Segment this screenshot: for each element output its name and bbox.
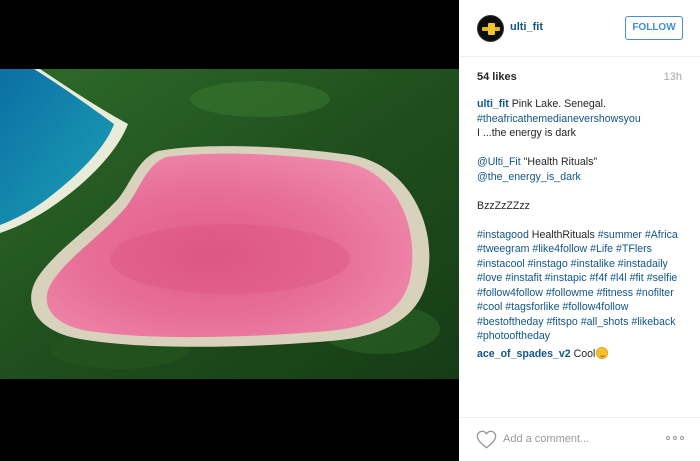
post-photo[interactable] — [0, 69, 459, 379]
hashtag-line: #bestoftheday #fitspo #all_shots #likeba… — [477, 315, 687, 330]
caption-text: Pink Lake. Senegal. — [511, 98, 606, 110]
caption-username[interactable]: ulti_fit — [477, 98, 509, 110]
comments-list: ulti_fit Pink Lake. Senegal. #theafricat… — [477, 97, 687, 361]
hashtag-line: #instacool #instago #instalike #instadai… — [477, 257, 687, 272]
hashtag-link[interactable]: #summer — [598, 229, 642, 241]
post-meta: 54 likes 13h — [477, 70, 682, 85]
hashtag-link[interactable]: #photooftheday — [477, 330, 550, 342]
hashtag-link[interactable]: #likeback — [631, 316, 675, 328]
hashtag-link[interactable]: #instalike — [571, 258, 615, 270]
hashtag-link[interactable]: #instafit — [505, 272, 542, 284]
hashtag-link[interactable]: #Life — [590, 243, 613, 255]
hashtag-link[interactable]: #followme — [546, 287, 594, 299]
avatar-logo-mark — [488, 23, 495, 35]
hashtag-line: #tweegram #like4follow #Life #TFlers — [477, 242, 687, 257]
likes-count[interactable]: 54 likes — [477, 70, 517, 85]
more-options-icon[interactable] — [666, 433, 686, 443]
hashtag-link[interactable]: #bestoftheday — [477, 316, 544, 328]
caption-hashtags: #instagood HealthRituals #summer #Africa… — [477, 228, 687, 344]
heart-icon[interactable] — [476, 430, 497, 449]
hashtag-link[interactable]: #follow4follow — [477, 287, 543, 299]
avatar[interactable] — [477, 15, 504, 42]
hashtag-line: #love #instafit #instapic #f4f #l4l #fit… — [477, 271, 687, 286]
hashtag-line: #instagood HealthRituals #summer #Africa — [477, 228, 687, 243]
comment-username[interactable]: ace_of_spades_v2 — [477, 348, 571, 360]
caption-text: HealthRituals — [528, 228, 598, 241]
comment-text: Cool — [573, 347, 596, 360]
hashtag-link[interactable]: #selfie — [647, 272, 678, 284]
hashtag-link[interactable]: #fitness — [597, 287, 634, 299]
post-actions — [459, 417, 700, 461]
caption-mention-line: @Ulti_Fit "Health Rituals" — [477, 155, 687, 170]
hashtag-line: #photooftheday — [477, 329, 687, 344]
hashtag-line: #follow4follow #followme #fitness #nofil… — [477, 286, 687, 301]
hashtag-link[interactable]: #instadaily — [618, 258, 668, 270]
hashtag-line: #cool #tagsforlike #follow4follow — [477, 300, 687, 315]
hashtag-link[interactable]: #Africa — [645, 229, 678, 241]
hashtag-link[interactable]: #fitspo — [547, 316, 578, 328]
post-sidebar: ulti_fit FOLLOW 54 likes 13h ulti_fit Pi… — [459, 0, 700, 461]
username-link[interactable]: ulti_fit — [510, 20, 543, 35]
caption-quote: "Health Rituals" — [523, 156, 598, 168]
hashtag-link[interactable]: #follow4follow — [562, 301, 628, 313]
hashtag-link[interactable]: #instapic — [545, 272, 587, 284]
hashtag-link[interactable]: #tweegram — [477, 243, 529, 255]
hashtag-link[interactable]: #l4l — [610, 272, 627, 284]
post-header: ulti_fit FOLLOW — [459, 0, 700, 57]
post-timestamp[interactable]: 13h — [664, 70, 682, 85]
hashtag-link[interactable]: #instagood — [477, 229, 529, 241]
follow-button[interactable]: FOLLOW — [625, 16, 683, 40]
caption: ulti_fit Pink Lake. Senegal. #theafricat… — [477, 97, 687, 344]
more-dot — [673, 436, 677, 440]
comment-item: ace_of_spades_v2 Cool — [477, 346, 687, 362]
smiling-face-emoji-icon — [596, 346, 609, 359]
pink-lake-aerial-image — [0, 69, 459, 379]
hashtag-link[interactable]: #nofilter — [636, 287, 674, 299]
more-dot — [680, 436, 684, 440]
hashtag-link[interactable]: #all_shots — [581, 316, 629, 328]
hashtag-link[interactable]: #TFlers — [616, 243, 652, 255]
caption-line-1: ulti_fit Pink Lake. Senegal. — [477, 97, 687, 112]
caption-text-line: BzzZzZZzz — [477, 199, 530, 212]
caption-mention[interactable]: @the_energy_is_dark — [477, 170, 687, 185]
caption-hashtag[interactable]: #theafricathemedianevershowsyou — [477, 112, 687, 127]
hashtag-link[interactable]: #instago — [528, 258, 568, 270]
hashtag-link[interactable]: #fit — [630, 272, 644, 284]
hashtag-link[interactable]: #like4follow — [532, 243, 587, 255]
hashtag-link[interactable]: #tagsforlike — [505, 301, 559, 313]
more-dot — [666, 436, 670, 440]
caption-text-line: I ...the energy is dark — [477, 127, 576, 139]
hashtag-link[interactable]: #f4f — [590, 272, 608, 284]
hashtag-link[interactable]: #love — [477, 272, 502, 284]
caption-mention[interactable]: @Ulti_Fit — [477, 156, 521, 168]
hashtag-link[interactable]: #instacool — [477, 258, 525, 270]
add-comment-input[interactable] — [503, 430, 653, 448]
hashtag-link[interactable]: #cool — [477, 301, 502, 313]
media-pane — [0, 0, 459, 461]
